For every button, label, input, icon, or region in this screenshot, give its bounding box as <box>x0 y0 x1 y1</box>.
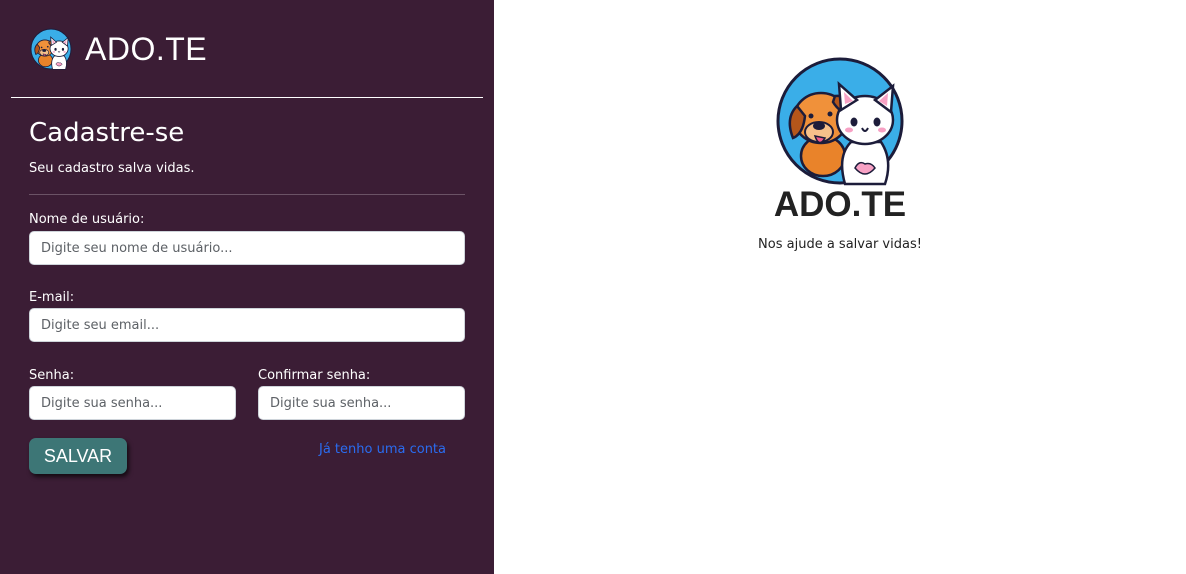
hero-tagline: Nos ajude a salvar vidas! <box>758 237 922 252</box>
hero: ADO.TE Nos ajude a salvar vidas! <box>494 56 1186 254</box>
username-input[interactable] <box>29 231 465 265</box>
dog-and-cat-logo-icon <box>775 56 905 186</box>
header-divider <box>11 97 483 98</box>
brand-header: ADO.TE <box>30 28 207 70</box>
dog-and-cat-logo-icon <box>30 28 72 70</box>
confirm-password-input[interactable] <box>258 386 465 420</box>
hero-brand-name: ADO.TE <box>773 185 907 224</box>
password-label: Senha: <box>29 368 75 383</box>
username-label: Nome de usuário: <box>29 212 145 227</box>
hero-panel: ADO.TE Nos ajude a salvar vidas! <box>494 0 1186 574</box>
signup-panel: ADO.TE Cadastre-se Seu cadastro salva vi… <box>0 0 494 574</box>
password-input[interactable] <box>29 386 236 420</box>
form-subtitle: Seu cadastro salva vidas. <box>29 161 195 176</box>
save-button[interactable]: SALVAR <box>29 438 127 474</box>
brand-name: ADO.TE <box>85 31 208 67</box>
form-divider <box>29 194 465 195</box>
form-title: Cadastre-se <box>29 118 185 148</box>
confirm-password-label: Confirmar senha: <box>258 368 371 383</box>
email-label: E-mail: <box>29 290 75 305</box>
login-link[interactable]: Já tenho uma conta <box>319 441 446 459</box>
email-input[interactable] <box>29 308 465 342</box>
